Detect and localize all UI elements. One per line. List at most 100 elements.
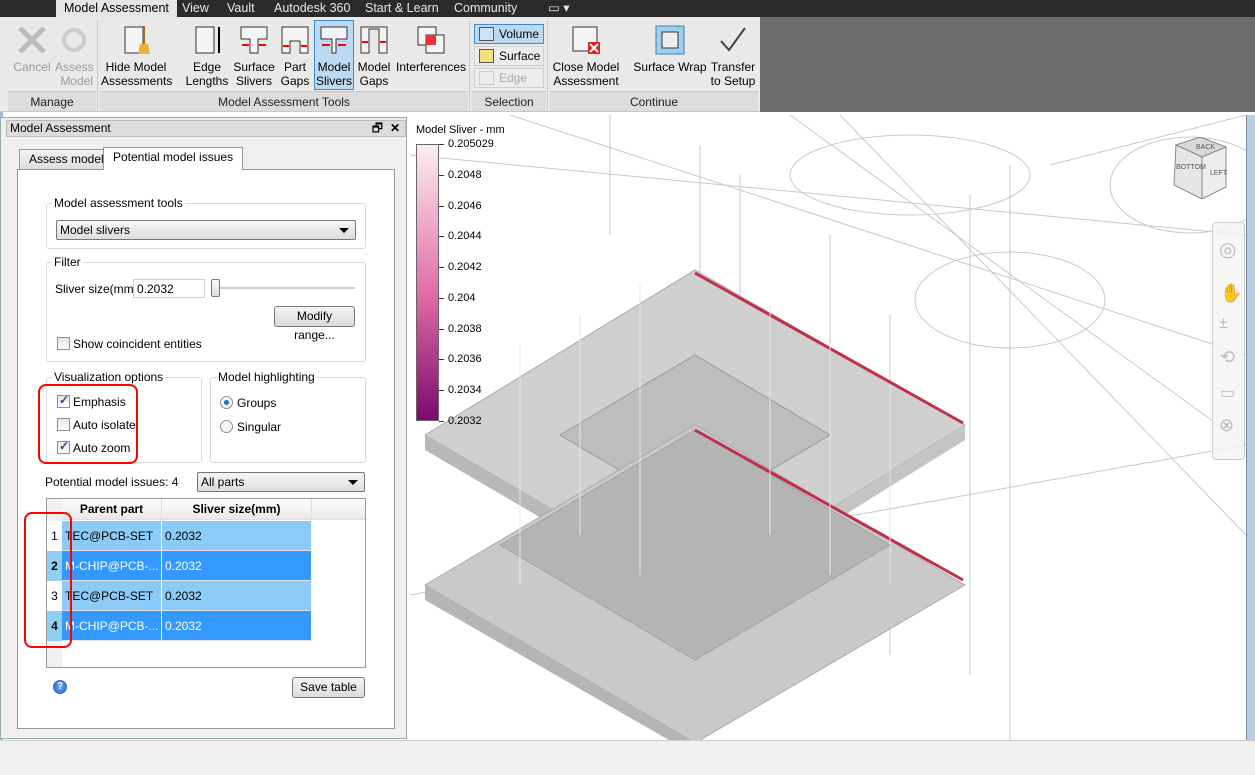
legend-tick-mark bbox=[439, 267, 444, 269]
surface-slivers-button[interactable]: Surface Slivers bbox=[232, 20, 276, 90]
table-cell-sliver-size[interactable]: 0.2032 bbox=[162, 581, 312, 611]
column-header-sliver-size[interactable]: Sliver size(mm) bbox=[162, 499, 312, 520]
table-cell-sliver-size[interactable]: 0.2032 bbox=[162, 551, 312, 581]
help-icon[interactable]: ? bbox=[53, 680, 67, 694]
tab-model-assessment[interactable]: Model Assessment bbox=[56, 0, 177, 17]
viewcube-face-bottom: BOTTOM bbox=[1176, 164, 1206, 171]
checkmark-icon bbox=[720, 27, 746, 52]
show-coincident-checkbox[interactable] bbox=[57, 337, 70, 350]
orbit-icon[interactable]: ⟲ bbox=[1220, 347, 1235, 368]
cancel-button: Cancel bbox=[12, 20, 52, 90]
groups-radio[interactable] bbox=[220, 396, 233, 409]
edge-icon bbox=[479, 71, 494, 85]
parts-filter-dropdown[interactable]: All parts bbox=[197, 472, 365, 492]
save-table-button[interactable]: Save table bbox=[292, 677, 365, 698]
float-panel-icon[interactable]: 🗗 bbox=[372, 121, 383, 136]
legend-tick-mark bbox=[439, 359, 444, 361]
legend-tick-mark bbox=[439, 297, 444, 299]
close-model-assessment-button[interactable]: Close Model Assessment bbox=[550, 20, 622, 90]
model-gaps-button[interactable]: Model Gaps bbox=[356, 20, 392, 90]
sliver-slider-thumb[interactable] bbox=[211, 279, 220, 297]
viewcube[interactable]: BACK BOTTOM LEFT bbox=[1172, 136, 1230, 200]
hide-model-assessments-button[interactable]: Hide Model Assessments bbox=[100, 20, 172, 90]
legend-tick-label: 0.2046 bbox=[448, 199, 482, 212]
selection-volume-button[interactable]: Volume bbox=[474, 24, 544, 44]
steering-wheel-icon[interactable]: ◎ bbox=[1219, 237, 1236, 262]
tab-assess-model[interactable]: Assess model bbox=[19, 149, 114, 170]
sliver-size-input[interactable] bbox=[133, 279, 205, 298]
tab-community[interactable]: Community bbox=[446, 0, 525, 17]
modelgaps-label-2: Gaps bbox=[359, 74, 389, 88]
tab-vault[interactable]: Vault bbox=[219, 0, 263, 17]
table-cell-parent-part[interactable]: M-CHIP@PCB-... bbox=[62, 611, 162, 641]
table-header: Parent part Sliver size(mm) bbox=[62, 499, 365, 520]
model-view bbox=[410, 115, 1246, 740]
filter-group-label: Filter bbox=[52, 255, 83, 269]
assessment-tool-dropdown[interactable]: Model slivers bbox=[56, 220, 356, 240]
legend-tick-mark bbox=[439, 421, 444, 422]
table-cell-sliver-size[interactable]: 0.2032 bbox=[162, 521, 312, 551]
look-at-icon[interactable]: ▭ bbox=[1220, 383, 1235, 403]
transfer-label-2: to Setup bbox=[710, 74, 756, 88]
surface-wrap-button[interactable]: Surface Wrap bbox=[632, 20, 708, 90]
edge-lengths-icon bbox=[195, 26, 220, 54]
close-label-2: Assessment bbox=[553, 74, 619, 88]
edge-lengths-button[interactable]: Edge Lengths bbox=[184, 20, 230, 90]
close-panel-icon[interactable]: ✕ bbox=[390, 121, 400, 136]
table-cell-parent-part[interactable]: TEC@PCB-SET bbox=[62, 521, 162, 551]
legend-title: Model Sliver - mm bbox=[416, 124, 505, 136]
edge-label: Edge bbox=[499, 71, 528, 85]
vertical-scrollbar[interactable] bbox=[1246, 115, 1255, 740]
model-slivers-icon bbox=[320, 26, 348, 54]
hide-label-1: Hide Model bbox=[105, 60, 167, 74]
interferences-icon bbox=[417, 26, 445, 54]
red-highlight-box bbox=[38, 384, 138, 464]
part-gaps-button[interactable]: Part Gaps bbox=[278, 20, 312, 90]
close-label-1: Close Model bbox=[552, 60, 620, 74]
table-cell-sliver-size[interactable]: 0.2032 bbox=[162, 611, 312, 641]
surface-wrap-icon bbox=[655, 25, 685, 55]
full-navigation-wheel-icon[interactable]: ⊗ bbox=[1219, 415, 1234, 436]
selection-surface-button[interactable]: Surface bbox=[474, 46, 544, 66]
highlight-group-label: Model highlighting bbox=[216, 370, 317, 384]
tab-start-learn[interactable]: Start & Learn bbox=[357, 0, 447, 17]
ribbon: Cancel Assess Model Manage Hide Model Asse… bbox=[0, 17, 760, 112]
volume-label: Volume bbox=[499, 27, 540, 41]
partgaps-label-1: Part bbox=[283, 60, 306, 74]
legend-tick-label: 0.2032 bbox=[448, 415, 482, 427]
surface-label: Surface bbox=[499, 49, 541, 63]
modify-range-button[interactable]: Modify range... bbox=[274, 306, 355, 342]
tab-potential-model-issues[interactable]: Potential model issues bbox=[103, 147, 244, 170]
sliver-slider-track[interactable] bbox=[216, 287, 355, 289]
legend-tick-label: 0.2036 bbox=[448, 353, 482, 366]
group-model-highlighting bbox=[210, 377, 366, 463]
legend-tick-mark bbox=[439, 328, 444, 330]
legend-tick-mark bbox=[439, 174, 444, 176]
interferences-button[interactable]: Interferences bbox=[395, 20, 467, 90]
table-cell-parent-part[interactable]: M-CHIP@PCB-... bbox=[62, 551, 162, 581]
surface-icon bbox=[479, 49, 494, 63]
singular-radio[interactable] bbox=[220, 420, 233, 433]
surface-slivers-icon bbox=[240, 26, 268, 54]
zoom-icon[interactable]: ± bbox=[1219, 315, 1228, 333]
cancel-label: Cancel bbox=[13, 60, 51, 74]
legend-tick-label: 0.2038 bbox=[448, 322, 482, 335]
video-dropdown-icon[interactable]: ▭ ▾ bbox=[540, 0, 578, 17]
surface-wrap-label: Surface Wrap bbox=[633, 60, 707, 74]
assess-label-2: Model bbox=[60, 74, 93, 88]
part-gaps-icon bbox=[281, 26, 309, 54]
ribbon-background bbox=[760, 17, 1255, 112]
pan-hand-icon[interactable]: ✋ bbox=[1220, 283, 1242, 304]
column-header-parent-part[interactable]: Parent part bbox=[62, 499, 162, 520]
transfer-to-setup-button[interactable]: Transfer to Setup bbox=[708, 20, 758, 90]
tool-selected-value: Model slivers bbox=[60, 223, 131, 237]
3d-viewport[interactable]: Model Sliver - mm 0.205029 0.2048 0.2046 0.… bbox=[410, 115, 1246, 740]
menu-bar: Model Assessment View Vault Autodesk 360… bbox=[0, 0, 1255, 17]
legend-tick-label: 0.2044 bbox=[448, 230, 482, 243]
panel-title-bar: Model Assessment 🗗 ✕ bbox=[6, 120, 406, 137]
table-cell-parent-part[interactable]: TEC@PCB-SET bbox=[62, 581, 162, 611]
tab-autodesk-360[interactable]: Autodesk 360 bbox=[266, 0, 358, 17]
legend-tick-mark bbox=[439, 236, 444, 238]
tab-view[interactable]: View bbox=[174, 0, 217, 17]
model-slivers-button[interactable]: Model Slivers bbox=[314, 20, 354, 90]
